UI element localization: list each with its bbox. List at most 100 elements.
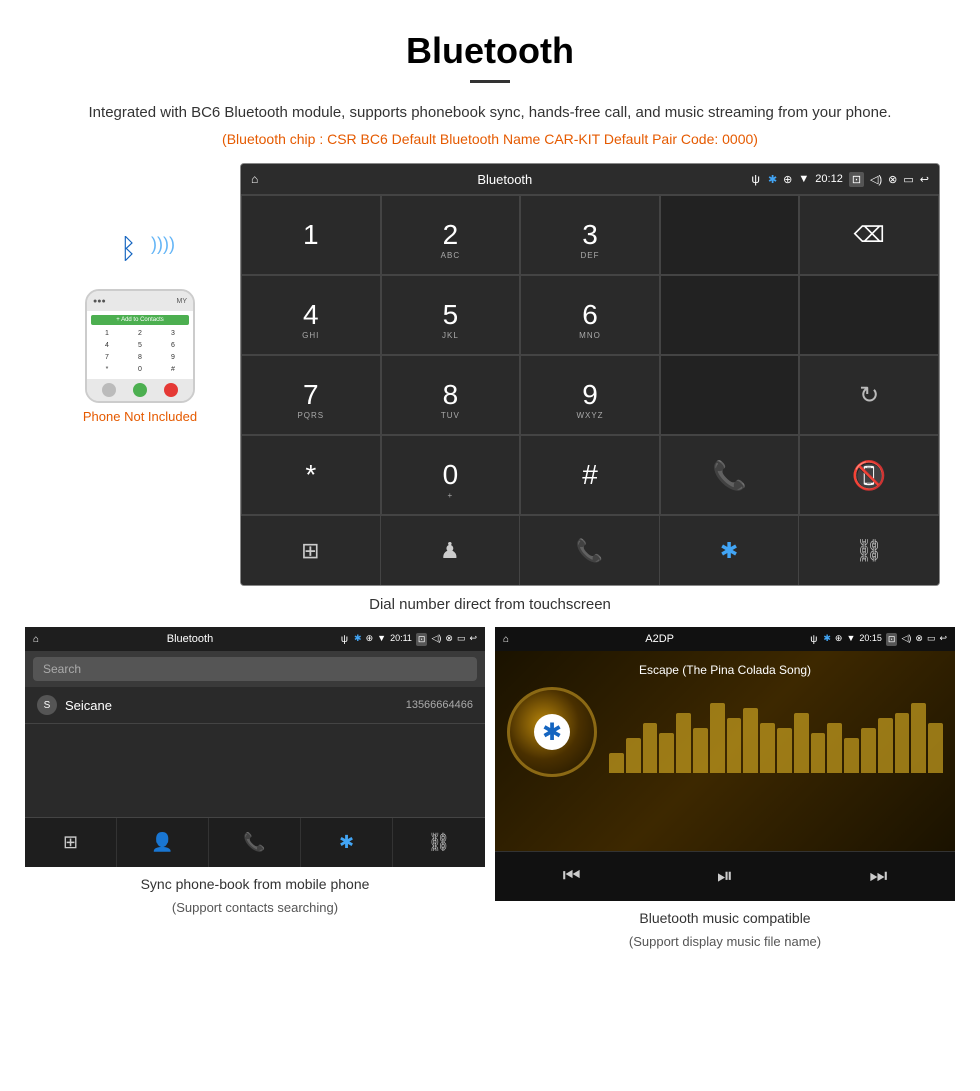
dial-key-6[interactable]: 6MNO: [520, 275, 660, 355]
ms-location: ⊕: [835, 633, 843, 646]
pb-toolbar-grid[interactable]: ⊞: [25, 818, 117, 867]
ms-title: A2DP: [515, 633, 804, 645]
dial-key-4[interactable]: 4GHI: [241, 275, 381, 355]
music-song-title: Escape (The Pina Colada Song): [639, 663, 811, 677]
search-area: Search: [25, 651, 485, 687]
pb-toolbar-link[interactable]: ⛓: [393, 818, 485, 867]
pb-close: ⊗: [445, 633, 453, 646]
contact-number: 13566664466: [406, 699, 473, 711]
music-prev-btn[interactable]: ⏮: [495, 852, 648, 901]
pb-toolbar-bt[interactable]: ✱: [301, 818, 393, 867]
music-controls: ⏮ ⏯ ⏭: [495, 851, 955, 901]
home-icon: ⌂: [251, 172, 258, 186]
pb-back: ↩: [469, 633, 477, 646]
main-screenshot-area: ᛒ )))) ●●● MY + Add to Contacts 1 2 3 4 …: [0, 163, 980, 586]
phone-keypad: 1 2 3 4 5 6 7 8 9 * 0 #: [91, 328, 189, 375]
music-playpause-btn[interactable]: ⏯: [648, 852, 801, 901]
contact-name: Seicane: [65, 698, 398, 713]
toolbar-grid[interactable]: ⊞: [241, 516, 381, 585]
eq-bar: [861, 728, 876, 773]
pb-window: ▭: [457, 633, 466, 646]
dial-key-9[interactable]: 9WXYZ: [520, 355, 660, 435]
time-display: 20:12: [815, 173, 843, 185]
contact-list-space: [25, 724, 485, 804]
phone-bottom-bar: [87, 379, 193, 401]
pb-bt-icon: ✱: [354, 633, 362, 646]
pb-toolbar-user[interactable]: 👤: [117, 818, 209, 867]
phone-key-5: 5: [124, 340, 156, 351]
ms-vol: ◁): [901, 633, 911, 646]
eq-bar: [878, 718, 893, 773]
search-placeholder: Search: [43, 662, 81, 676]
ms-window: ▭: [927, 633, 936, 646]
signal-icon: ▼: [798, 173, 809, 185]
phone-key-1: 1: [91, 328, 123, 339]
status-icons: ✱ ⊕ ▼ 20:12 ⊡ ◁) ⊗ ▭ ↩: [768, 172, 929, 187]
album-art: ✱: [507, 687, 597, 777]
dial-backspace[interactable]: ⌫: [799, 195, 939, 275]
pb-home-icon: ⌂: [33, 634, 39, 645]
phone-key-2: 2: [124, 328, 156, 339]
phone-key-3: 3: [157, 328, 189, 339]
equalizer-visual: [609, 687, 943, 777]
phone-key-hash: #: [157, 364, 189, 375]
pb-time: 20:11: [390, 633, 412, 646]
dial-call-red[interactable]: 📵: [799, 435, 939, 515]
pb-camera: ⊡: [416, 633, 428, 646]
eq-bar: [895, 713, 910, 773]
bt-music-icon: ✱: [534, 714, 570, 750]
phonebook-caption-sub: (Support contacts searching): [25, 899, 485, 917]
dial-empty-1: [660, 195, 800, 275]
phone-key-7: 7: [91, 352, 123, 363]
pb-usb-icon: ψ: [341, 634, 348, 645]
dial-call-green[interactable]: 📞: [660, 435, 800, 515]
pb-toolbar-phone[interactable]: 📞: [209, 818, 301, 867]
contact-list: S Seicane 13566664466: [25, 687, 485, 817]
search-bar[interactable]: Search: [33, 657, 477, 681]
contact-initial: S: [37, 695, 57, 715]
dial-key-5[interactable]: 5JKL: [381, 275, 521, 355]
music-next-btn[interactable]: ⏭: [802, 852, 955, 901]
ms-camera: ⊡: [886, 633, 898, 646]
music-caption: Bluetooth music compatible: [499, 909, 951, 929]
dialpad: 1 2ABC 3DEF ⌫ 4GHI 5JKL 6MNO 7PQRS 8TUV …: [241, 194, 939, 515]
toolbar-phone[interactable]: 📞: [520, 516, 660, 585]
eq-bar: [609, 753, 624, 773]
phone-illustration: ᛒ )))) ●●● MY + Add to Contacts 1 2 3 4 …: [40, 163, 240, 424]
eq-bar: [659, 733, 674, 773]
dial-status-bar: ⌂ Bluetooth ψ ✱ ⊕ ▼ 20:12 ⊡ ◁) ⊗ ▭ ↩: [241, 164, 939, 194]
title-divider: [470, 80, 510, 83]
dial-key-1[interactable]: 1: [241, 195, 381, 275]
dial-key-0[interactable]: 0+: [381, 435, 521, 515]
eq-bar: [777, 728, 792, 773]
dial-key-3[interactable]: 3DEF: [520, 195, 660, 275]
eq-bar: [727, 718, 742, 773]
specs-text: (Bluetooth chip : CSR BC6 Default Blueto…: [0, 131, 980, 147]
dial-key-2[interactable]: 2ABC: [381, 195, 521, 275]
main-caption: Dial number direct from touchscreen: [0, 596, 980, 613]
toolbar-person[interactable]: ♟: [381, 516, 521, 585]
dial-refresh[interactable]: ↻: [799, 355, 939, 435]
music-center: ✱: [507, 687, 943, 777]
toolbar-link[interactable]: ⛓: [799, 516, 939, 585]
pb-location: ⊕: [366, 633, 374, 646]
eq-bar: [811, 733, 826, 773]
phone-btn-back: [102, 383, 116, 397]
dial-key-7[interactable]: 7PQRS: [241, 355, 381, 435]
dial-screen: ⌂ Bluetooth ψ ✱ ⊕ ▼ 20:12 ⊡ ◁) ⊗ ▭ ↩ 1 2…: [240, 163, 940, 586]
dial-key-hash[interactable]: #: [520, 435, 660, 515]
toolbar-bluetooth[interactable]: ✱: [660, 516, 800, 585]
dial-key-star[interactable]: *: [241, 435, 381, 515]
phone-key-6: 6: [157, 340, 189, 351]
eq-bar: [710, 703, 725, 773]
music-device: ⌂ A2DP ψ ✱ ⊕ ▼ 20:15 ⊡ ◁) ⊗ ▭ ↩ Escape (…: [495, 627, 955, 901]
phone-add-contacts-btn[interactable]: + Add to Contacts: [91, 315, 189, 325]
back-icon: ↩: [920, 173, 929, 186]
ms-signal: ▼: [846, 633, 855, 646]
ms-usb-icon: ψ: [810, 634, 817, 645]
phone-key-9: 9: [157, 352, 189, 363]
eq-bar: [643, 723, 658, 773]
dial-key-8[interactable]: 8TUV: [381, 355, 521, 435]
page-title: Bluetooth: [0, 0, 980, 80]
music-status-bar: ⌂ A2DP ψ ✱ ⊕ ▼ 20:15 ⊡ ◁) ⊗ ▭ ↩: [495, 627, 955, 651]
